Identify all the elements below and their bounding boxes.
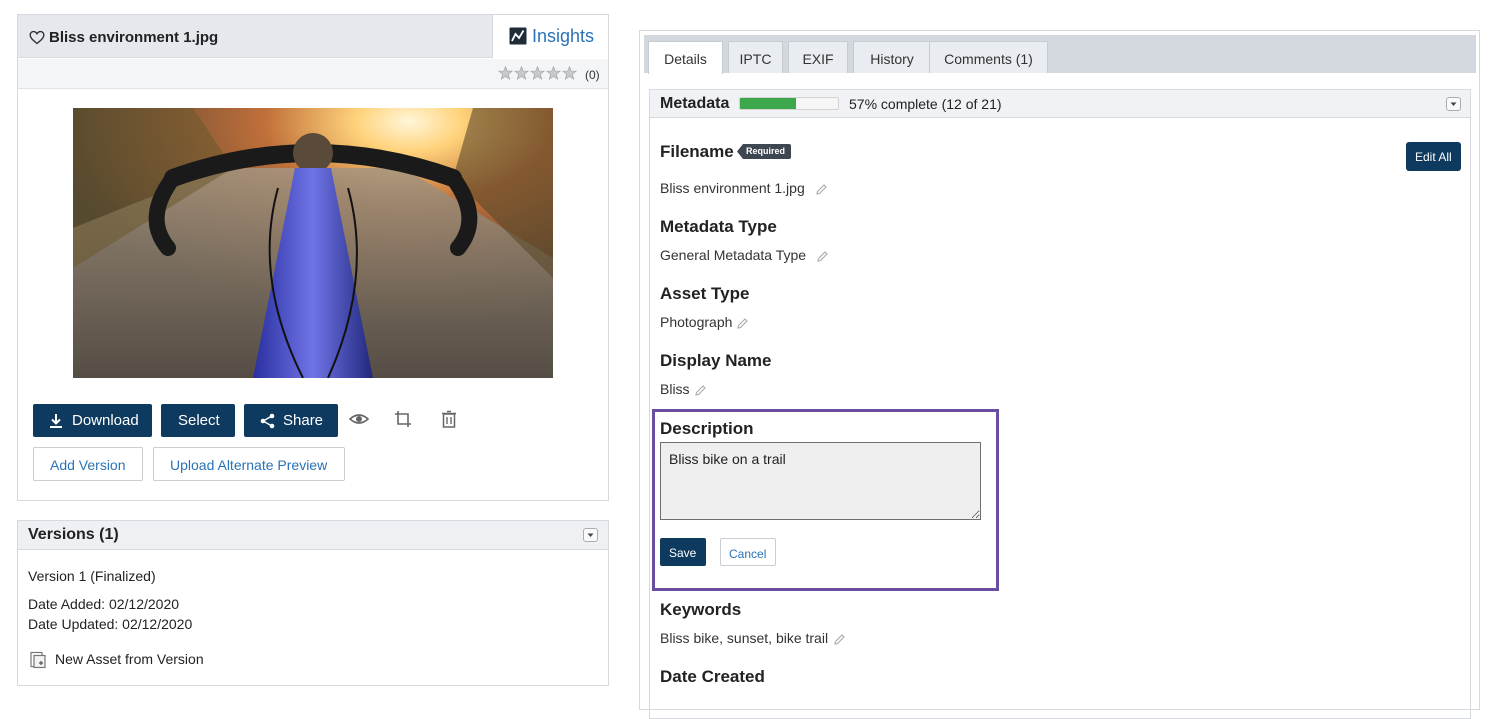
version-status: Version 1 (Finalized) xyxy=(28,568,156,584)
cancel-button[interactable]: Cancel xyxy=(720,538,776,566)
tab-history[interactable]: History xyxy=(853,41,931,73)
save-label: Save xyxy=(669,546,697,560)
insights-button[interactable]: Insights xyxy=(492,15,608,58)
rating-count: (0) xyxy=(585,68,600,82)
select-button[interactable]: Select xyxy=(161,404,235,437)
tab-label: History xyxy=(870,51,914,67)
required-badge: Required xyxy=(737,144,792,159)
versions-collapse-button[interactable] xyxy=(583,528,598,542)
rating-bar: (0) xyxy=(18,59,608,89)
date-created-label: Date Created xyxy=(660,667,765,686)
metadata-type-value: General Metadata Type xyxy=(660,247,807,263)
filename-value: Bliss environment 1.jpg xyxy=(660,180,805,196)
version-date-added: Date Added: 02/12/2020 xyxy=(28,596,180,612)
asset-type-label: Asset Type xyxy=(660,284,750,303)
save-button[interactable]: Save xyxy=(660,538,706,566)
tab-label: EXIF xyxy=(802,51,834,67)
edit-pencil-icon[interactable] xyxy=(815,183,828,196)
tab-label: IPTC xyxy=(739,51,772,67)
edit-pencil-icon[interactable] xyxy=(816,250,829,263)
edit-pencil-icon[interactable] xyxy=(694,384,707,397)
details-panel: Details IPTC EXIF History Comments (1) M… xyxy=(639,30,1480,719)
tab-bar: Details IPTC EXIF History Comments (1) xyxy=(644,35,1476,74)
description-label: Description xyxy=(660,419,754,438)
tab-details[interactable]: Details xyxy=(648,41,723,74)
star-icon[interactable] xyxy=(562,66,577,80)
metadata-progress-bar xyxy=(739,97,839,110)
asset-preview-image[interactable] xyxy=(73,108,553,378)
asset-header: Bliss environment 1.jpg Insights xyxy=(18,15,608,58)
star-icon[interactable] xyxy=(546,66,561,80)
add-version-label: Add Version xyxy=(50,457,126,473)
tab-label: Comments (1) xyxy=(944,51,1033,67)
new-asset-from-version-link[interactable]: New Asset from Version xyxy=(55,651,204,667)
edit-all-label: Edit All xyxy=(1415,150,1452,164)
chevron-down-icon xyxy=(1450,102,1457,106)
versions-title: Versions (1) xyxy=(28,526,119,543)
preview-eye-icon[interactable] xyxy=(349,409,369,429)
edit-all-button[interactable]: Edit All xyxy=(1406,142,1461,171)
description-textarea[interactable]: Bliss bike on a trail xyxy=(660,442,981,520)
select-label: Select xyxy=(178,412,220,429)
tab-iptc[interactable]: IPTC xyxy=(728,41,783,73)
keywords-label: Keywords xyxy=(660,600,742,619)
asset-type-value: Photograph xyxy=(660,314,733,330)
metadata-progress-fill xyxy=(740,98,796,109)
star-rating[interactable] xyxy=(498,66,578,80)
description-editor: Description Bliss bike on a trail Save C… xyxy=(652,409,999,591)
share-button[interactable]: Share xyxy=(244,404,338,437)
new-document-icon[interactable] xyxy=(29,651,47,669)
metadata-header: Metadata 57% complete (12 of 21) xyxy=(650,90,1470,118)
metadata-title: Metadata xyxy=(660,95,730,112)
download-button[interactable]: Download xyxy=(33,404,152,437)
version-date-updated: Date Updated: 02/12/2020 xyxy=(28,616,193,632)
metadata-section: Metadata 57% complete (12 of 21) Filenam… xyxy=(649,89,1471,719)
heart-icon[interactable] xyxy=(29,30,45,45)
display-name-value: Bliss xyxy=(660,381,690,397)
filename-label: Filename xyxy=(660,142,734,161)
edit-pencil-icon[interactable] xyxy=(833,633,846,646)
cancel-label: Cancel xyxy=(729,547,767,561)
star-icon[interactable] xyxy=(530,66,545,80)
tab-exif[interactable]: EXIF xyxy=(788,41,848,73)
tab-label: Details xyxy=(664,51,707,67)
asset-panel: Bliss environment 1.jpg Insights (0) Dow… xyxy=(17,14,609,501)
metadata-type-label: Metadata Type xyxy=(660,217,777,236)
share-label: Share xyxy=(283,412,324,429)
tab-comments[interactable]: Comments (1) xyxy=(929,41,1048,73)
chevron-down-icon xyxy=(587,533,594,537)
upload-alternate-preview-button[interactable]: Upload Alternate Preview xyxy=(153,447,345,481)
star-icon[interactable] xyxy=(498,66,513,80)
keywords-value: Bliss bike, sunset, bike trail xyxy=(660,630,829,646)
asset-title: Bliss environment 1.jpg xyxy=(49,29,219,46)
metadata-collapse-button[interactable] xyxy=(1446,97,1461,111)
crop-icon[interactable] xyxy=(393,409,413,429)
trash-icon[interactable] xyxy=(439,409,459,429)
metadata-progress-text: 57% complete (12 of 21) xyxy=(849,96,1002,112)
edit-pencil-icon[interactable] xyxy=(736,317,749,330)
display-name-label: Display Name xyxy=(660,351,772,370)
star-icon[interactable] xyxy=(514,66,529,80)
upload-alternate-preview-label: Upload Alternate Preview xyxy=(170,457,328,473)
download-icon xyxy=(50,414,62,428)
insights-chart-icon xyxy=(509,27,527,45)
share-icon xyxy=(260,413,275,429)
versions-panel: Versions (1) Version 1 (Finalized) Date … xyxy=(17,520,609,686)
versions-header: Versions (1) xyxy=(18,521,608,550)
add-version-button[interactable]: Add Version xyxy=(33,447,143,481)
download-label: Download xyxy=(72,412,139,429)
insights-label: Insights xyxy=(532,26,595,46)
